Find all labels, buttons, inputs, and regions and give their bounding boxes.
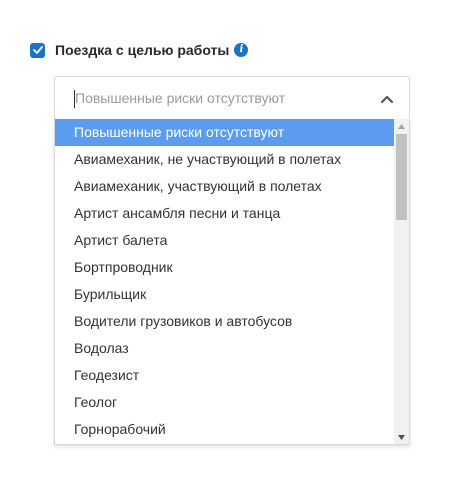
dropdown-option-selected[interactable]: Повышенные риски отсутствуют (55, 119, 395, 146)
scroll-down-icon (398, 434, 405, 440)
dropdown-option[interactable]: Геодезист (55, 362, 395, 389)
dropdown-option[interactable]: Геолог (55, 389, 395, 416)
work-trip-row: Поездка с целью работы i (30, 40, 249, 60)
info-icon[interactable]: i (234, 43, 249, 57)
dropdown-option[interactable]: Авиамеханик, участвующий в полетах (55, 173, 395, 200)
dropdown-option[interactable]: Водители грузовиков и автобусов (55, 308, 395, 335)
dropdown-scrollbar[interactable] (394, 119, 409, 444)
page: Поездка с целью работы i Повышенные риск… (0, 0, 468, 500)
dropdown-option[interactable]: Бурильщик (55, 281, 395, 308)
scroll-up-icon (398, 123, 405, 129)
scroll-thumb[interactable] (396, 134, 407, 220)
dropdown-option[interactable]: Артист балета (55, 227, 395, 254)
dropdown-option[interactable]: Горнорабочий (55, 416, 395, 443)
checkmark-icon (32, 46, 43, 54)
dropdown-option[interactable]: Авиамеханик, не участвующий в полетах (55, 146, 395, 173)
scroll-up-arrow[interactable] (394, 119, 409, 133)
risk-select[interactable] (54, 76, 410, 120)
dropdown-option[interactable]: Артист ансамбля песни и танца (55, 200, 395, 227)
work-trip-label[interactable]: Поездка с целью работы (55, 42, 229, 58)
risk-dropdown-list: Повышенные риски отсутствуют Авиамеханик,… (54, 119, 410, 445)
dropdown-option[interactable]: Водолаз (55, 335, 395, 362)
scroll-down-arrow[interactable] (394, 430, 409, 444)
option-list: Повышенные риски отсутствуют Авиамеханик,… (55, 119, 395, 443)
dropdown-option[interactable]: Бортпроводник (55, 254, 395, 281)
work-trip-checkbox[interactable] (30, 42, 45, 58)
risk-search-input[interactable] (75, 77, 365, 119)
chevron-up-icon[interactable] (379, 91, 395, 107)
